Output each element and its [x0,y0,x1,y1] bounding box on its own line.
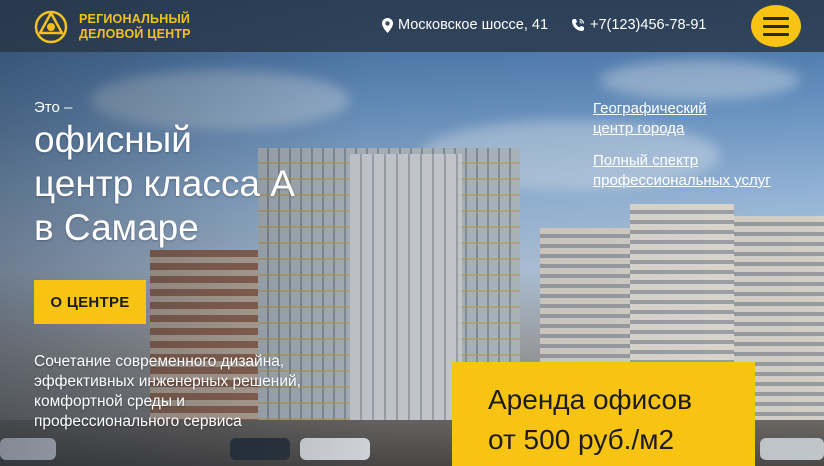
promo-text: Аренда офисов от 500 руб./м2 [488,380,692,460]
link-full-services[interactable]: Полный спектр профессиональных услуг [593,151,771,191]
brand-name[interactable]: РЕГИОНАЛЬНЫЙ ДЕЛОВОЙ ЦЕНТР [79,12,191,42]
link-2-line-1: Полный спектр [593,152,699,169]
hero-title-line-3: в Самаре [34,207,199,248]
address-text: Московское шоссе, 41 [398,17,549,33]
feature-links: Географический центр города Полный спект… [593,99,771,203]
desc-line-1: Сочетание современного дизайна, [34,353,285,370]
promo-line-2: от 500 руб./м2 [488,424,675,455]
link-1-line-2: центр города [593,120,685,137]
hamburger-bar [763,32,789,36]
promo-line-1: Аренда офисов [488,384,692,415]
menu-button[interactable] [751,5,801,47]
brand-line-2: ДЕЛОВОЙ ЦЕНТР [79,27,191,41]
about-center-button[interactable]: О ЦЕНТРЕ [34,280,146,324]
brand-line-1: РЕГИОНАЛЬНЫЙ [79,12,191,26]
link-2-line-2: профессиональных услуг [593,172,771,189]
desc-line-4: профессионального сервиса [34,413,242,430]
logo-icon[interactable] [33,9,69,45]
address: Московское шоссе, 41 [382,17,548,33]
link-1-line-1: Географический [593,100,707,117]
header-bar: РЕГИОНАЛЬНЫЙ ДЕЛОВОЙ ЦЕНТР Московское шо… [0,0,824,52]
hero-description: Сочетание современного дизайна, эффектив… [34,352,301,432]
hero-eyebrow: Это – [34,99,73,116]
hero-title-line-1: офисный [34,119,192,160]
map-pin-icon [382,17,393,33]
hero-title: офисный центр класса А в Самаре [34,118,295,250]
hamburger-bar [763,24,789,28]
phone-text: +7(123)456-78-91 [590,17,707,33]
desc-line-2: эффективных инженерных решений, [34,373,301,390]
phone-icon [572,18,585,31]
page: РЕГИОНАЛЬНЫЙ ДЕЛОВОЙ ЦЕНТР Московское шо… [0,0,824,466]
hero-title-line-2: центр класса А [34,163,295,204]
desc-line-3: комфортной среды и [34,393,185,410]
phone[interactable]: +7(123)456-78-91 [571,17,707,33]
hamburger-menu-icon [763,16,789,20]
link-geographic-center[interactable]: Географический центр города [593,99,771,139]
rent-promo-box[interactable]: Аренда офисов от 500 руб./м2 [452,362,755,466]
